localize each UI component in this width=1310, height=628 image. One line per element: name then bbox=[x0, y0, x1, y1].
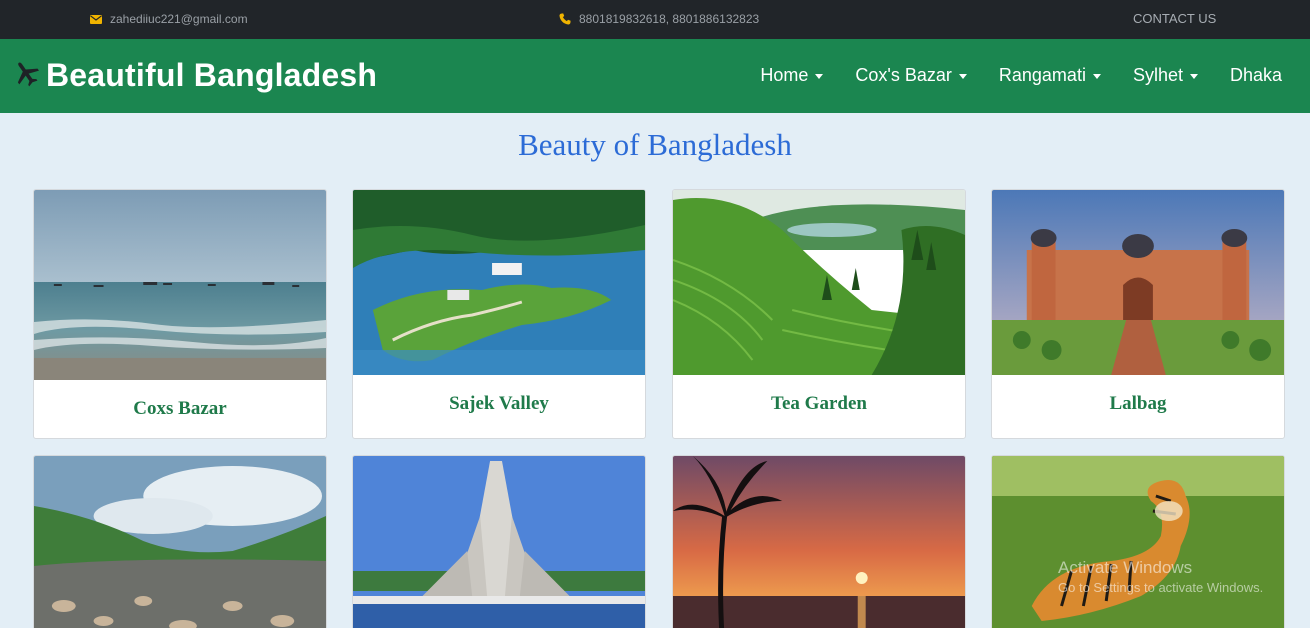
fort-photo bbox=[992, 190, 1284, 375]
envelope-icon bbox=[90, 14, 102, 24]
main-navbar: Beautiful Bangladesh Home Cox's Bazar Ra… bbox=[0, 39, 1310, 113]
nav-menu: Home Cox's Bazar Rangamati Sylhet Dhaka bbox=[760, 65, 1282, 86]
destination-card-sajek-valley[interactable]: Sajek Valley bbox=[352, 189, 646, 439]
destination-card-monument[interactable] bbox=[352, 455, 646, 628]
tea-hills-photo bbox=[673, 190, 965, 375]
email-info: zahediiuc221@gmail.com bbox=[90, 12, 248, 26]
card-caption: Coxs Bazar bbox=[133, 398, 227, 419]
phone-text: 8801819832618, 8801886132823 bbox=[579, 12, 760, 26]
phone-info: 8801819832618, 8801886132823 bbox=[559, 12, 759, 26]
activate-windows-watermark: Activate Windows Go to Settings to activ… bbox=[1058, 558, 1263, 595]
brand-logo-link[interactable]: Beautiful Bangladesh bbox=[12, 57, 377, 94]
monument-photo bbox=[353, 456, 645, 628]
card-caption: Sajek Valley bbox=[449, 393, 549, 414]
destination-card-tiger[interactable] bbox=[991, 455, 1285, 628]
card-caption: Tea Garden bbox=[771, 393, 867, 414]
phone-icon bbox=[559, 13, 571, 25]
brand-title: Beautiful Bangladesh bbox=[46, 57, 378, 93]
caret-down-icon bbox=[815, 73, 824, 79]
nav-item-dhaka[interactable]: Dhaka bbox=[1230, 65, 1282, 86]
nav-item-label: Cox's Bazar bbox=[855, 65, 952, 85]
email-text: zahediiuc221@gmail.com bbox=[110, 12, 248, 26]
destination-card-tea-garden[interactable]: Tea Garden bbox=[672, 189, 966, 439]
caret-down-icon bbox=[1189, 73, 1198, 79]
river-rocks-photo bbox=[34, 456, 326, 628]
airplane-icon bbox=[12, 59, 40, 92]
destination-card-lalbag[interactable]: Lalbag bbox=[991, 189, 1285, 439]
sunset-palm-photo bbox=[673, 456, 965, 628]
contact-us-link[interactable]: CONTACT US bbox=[1133, 11, 1216, 26]
nav-item-rangamati[interactable]: Rangamati bbox=[999, 65, 1101, 86]
nav-item-home[interactable]: Home bbox=[760, 65, 824, 86]
beach-photo bbox=[34, 190, 326, 380]
destination-card-sunset[interactable] bbox=[672, 455, 966, 628]
nav-item-label: Sylhet bbox=[1132, 65, 1183, 85]
caret-down-icon bbox=[958, 73, 967, 79]
nav-item-sylhet[interactable]: Sylhet bbox=[1133, 65, 1198, 86]
top-info-bar: zahediiuc221@gmail.com 8801819832618, 88… bbox=[0, 0, 1310, 39]
page-title: Beauty of Bangladesh bbox=[518, 127, 792, 162]
watermark-subtitle: Go to Settings to activate Windows. bbox=[1058, 580, 1264, 595]
caret-down-icon bbox=[1092, 73, 1101, 79]
destination-card-coxs-bazar[interactable]: Coxs Bazar bbox=[33, 189, 327, 439]
lake-island-photo bbox=[353, 190, 645, 375]
card-caption: Lalbag bbox=[1109, 393, 1167, 414]
destination-card-river[interactable] bbox=[33, 455, 327, 628]
tiger-photo bbox=[992, 456, 1284, 628]
nav-item-label: Rangamati bbox=[998, 65, 1086, 85]
watermark-title: Activate Windows bbox=[1058, 558, 1193, 577]
nav-item-label: Dhaka bbox=[1229, 65, 1282, 85]
nav-item-coxs-bazar[interactable]: Cox's Bazar bbox=[855, 65, 967, 86]
nav-item-label: Home bbox=[760, 65, 809, 85]
